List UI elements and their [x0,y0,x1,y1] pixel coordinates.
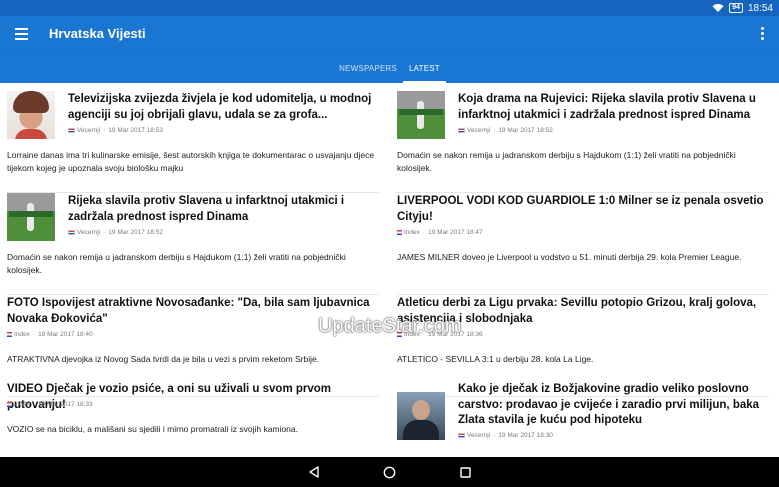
article-thumbnail [7,91,55,139]
article-meta: Index · 19 Mar 2017 18:40 [7,331,93,338]
meta-separator: · [103,127,106,134]
article-source: Vecernji [77,127,101,134]
article-date: 19 Mar 2017 18:30 [498,432,553,439]
source-flag-icon [397,230,402,235]
article-headline[interactable]: LIVERPOOL VODI KOD GUARDIOLE 1:0 Milner … [397,194,769,225]
article-source: Index [404,229,420,236]
source-flag-icon [68,230,75,235]
article-source: Index [404,331,420,338]
article-meta: Vecernji · 19 Mar 2017 18:53 [68,127,163,134]
article-source: Vecernji [467,127,491,134]
home-circle-icon[interactable] [383,465,397,479]
article-date: 19 Mar 2017 18:52 [108,229,163,236]
article-meta: Index · 19 Mar 2017 18:33 [7,401,93,408]
article-summary: Lorraine danas ima tri kulinarske emisij… [7,150,375,173]
article-date: 19 Mar 2017 18:53 [108,127,163,134]
meta-separator: · [422,331,426,338]
article-headline[interactable]: Koja drama na Rujevici: Rijeka slavila p… [458,92,768,123]
status-time: 18:54 [747,2,773,14]
article-headline[interactable]: Kako je dječak iz Božjakovine gradio vel… [458,382,768,429]
recents-square-icon[interactable] [459,465,473,479]
overflow-menu-icon[interactable] [761,27,765,42]
source-flag-icon [68,128,75,133]
article-summary: VOZIO se na biciklu, a mališani su sjedi… [7,424,298,434]
article-meta: Vecernji · 19 Mar 2017 18:52 [458,127,553,134]
source-flag-icon [7,332,12,337]
hamburger-menu-icon[interactable] [15,28,28,40]
meta-separator: · [422,229,426,236]
tab-latest[interactable]: LATEST [403,53,446,83]
back-triangle-icon[interactable] [307,465,321,479]
source-flag-icon [7,402,12,407]
article-source: Vecernji [77,229,101,236]
article-card[interactable]: Rijeka slavila protiv Slavena u infarktn… [7,193,379,295]
system-nav-bar [0,457,779,487]
meta-separator: · [493,127,496,134]
meta-separator: · [32,401,36,408]
article-headline[interactable]: VIDEO Dječak je vozio psiće, a oni su už… [7,382,379,413]
article-card[interactable]: Televizijska zvijezda živjela je kod udo… [7,91,379,193]
article-summary: ATRAKTIVNA djevojka iz Novog Sada tvrdi … [7,354,320,364]
article-card[interactable]: LIVERPOOL VODI KOD GUARDIOLE 1:0 Milner … [397,193,769,295]
article-summary: JAMES MILNER doveo je Liverpool u vodstv… [397,252,742,262]
tab-newspapers[interactable]: NEWSPAPERS [333,53,403,83]
app-bar: Hrvatska Vijesti [0,16,779,53]
article-source: Index [14,331,30,338]
article-headline[interactable]: FOTO Ispovijest atraktivne Novosađanke: … [7,296,379,327]
article-card[interactable]: Koja drama na Rujevici: Rijeka slavila p… [397,91,769,193]
meta-separator: · [103,229,106,236]
battery-icon: 94 [729,3,743,13]
article-date: 19 Mar 2017 18:40 [38,331,93,338]
article-headline[interactable]: Rijeka slavila protiv Slavena u infarktn… [68,194,378,225]
wifi-icon [712,4,724,12]
status-bar: 94 18:54 [0,0,779,16]
meta-separator: · [32,331,36,338]
article-date: 19 Mar 2017 18:47 [428,229,483,236]
source-flag-icon [458,128,465,133]
source-flag-icon [458,433,465,438]
article-thumbnail [397,91,445,139]
article-feed: Televizijska zvijezda živjela je kod udo… [0,83,779,457]
article-source: Index [14,401,30,408]
article-summary: Domaćin se nakon remija u jadranskom der… [397,150,736,173]
article-thumbnail [397,392,445,440]
article-date: 19 Mar 2017 18:36 [428,331,483,338]
article-thumbnail [7,193,55,241]
app-title: Hrvatska Vijesti [49,26,146,41]
article-meta: Vecernji · 19 Mar 2017 18:30 [458,432,553,439]
article-date: 19 Mar 2017 18:52 [498,127,553,134]
source-flag-icon [397,332,402,337]
article-headline[interactable]: Atleticu derbi za Ligu prvaka: Sevillu p… [397,296,769,327]
article-meta: Index · 19 Mar 2017 18:47 [397,229,483,236]
article-meta: Index · 19 Mar 2017 18:36 [397,331,483,338]
article-summary: ATLETICO - SEVILLA 3:1 u derbiju 28. kol… [397,354,594,364]
article-meta: Vecernji · 19 Mar 2017 18:52 [68,229,163,236]
tab-bar: NEWSPAPERS LATEST [0,53,779,83]
article-headline[interactable]: Televizijska zvijezda živjela je kod udo… [68,92,378,123]
meta-separator: · [493,432,496,439]
article-date: 19 Mar 2017 18:33 [38,401,93,408]
article-summary: Domaćin se nakon remija u jadranskom der… [7,252,346,275]
article-source: Vecernji [467,432,491,439]
